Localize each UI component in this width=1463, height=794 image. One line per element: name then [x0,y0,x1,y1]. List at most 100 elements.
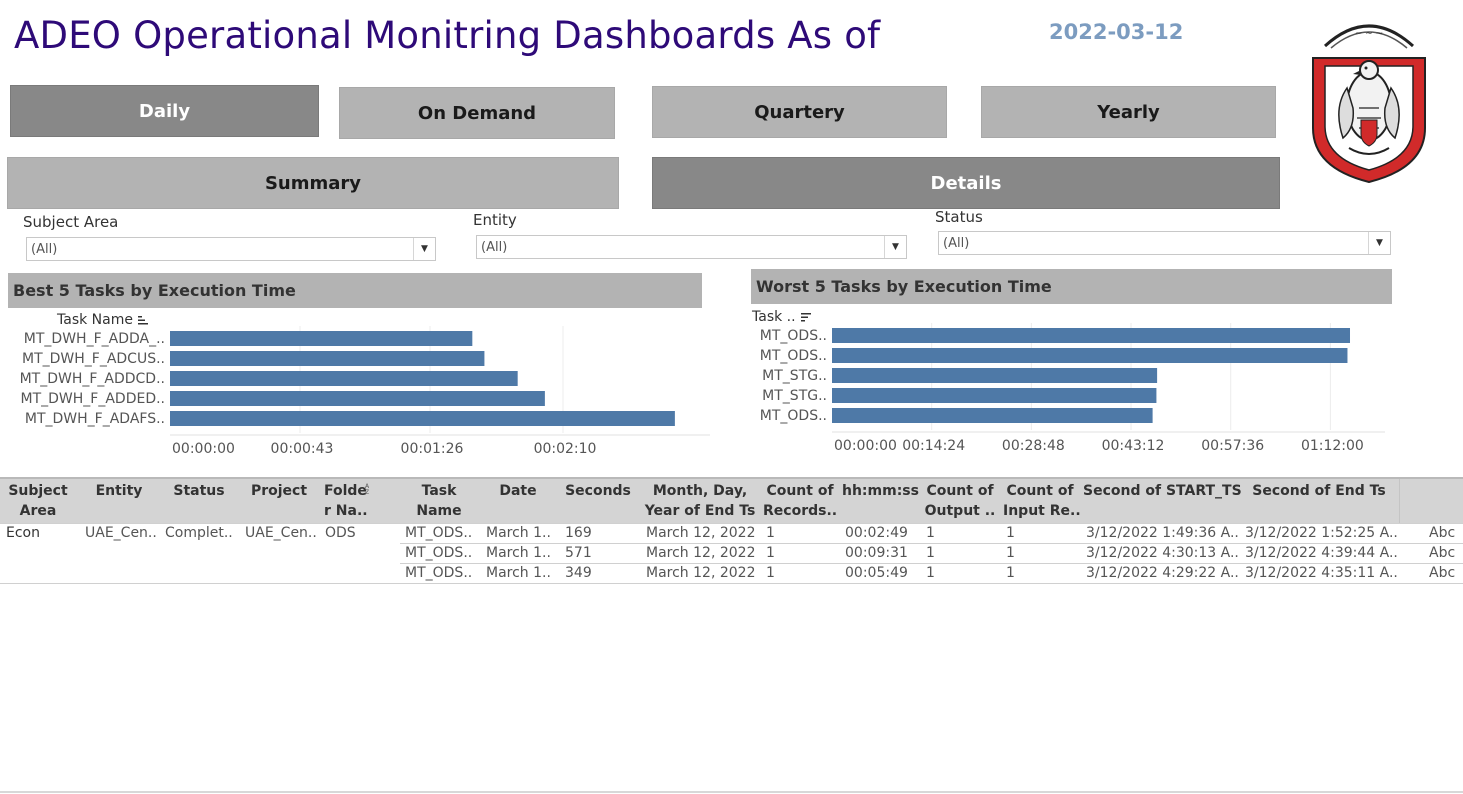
summary-button[interactable]: Summary [7,157,619,209]
table-bottom-border [0,583,1463,584]
cell-folder: ODS [325,525,356,541]
cell-subject-area: Econ [6,525,40,541]
entity-dropdown-value: (All) [481,239,508,255]
x-tick-label: 00:43:12 [1102,438,1165,454]
cell-end-date: March 12, 2022 [646,525,756,541]
y-tick-label: MT_DWH_F_ADDCD.. [20,371,165,387]
bar [170,411,675,426]
chevron-down-icon[interactable]: ▼ [884,236,906,258]
yearly-button[interactable]: Yearly [981,86,1276,138]
y-tick-label: MT_DWH_F_ADDA_.. [24,331,165,347]
cell-seconds: 571 [565,545,592,561]
y-tick-label: MT_STG.. [762,388,827,404]
cell-output: 1 [926,565,935,581]
bar [170,391,545,406]
column-header-date[interactable]: Date [486,481,550,501]
page-title: ADEO Operational Monitring Dashboards As… [14,14,881,57]
column-header-task-name[interactable]: Task Name [405,481,473,521]
column-header-entity[interactable]: Entity [84,481,154,501]
cell-hms: 00:09:31 [845,545,908,561]
quarterly-button[interactable]: Quartery [652,86,947,138]
y-tick-label: MT_ODS.. [760,328,827,344]
y-tick-label: MT_STG.. [762,368,827,384]
chevron-down-icon[interactable]: ▼ [1368,232,1390,254]
svg-text:~ ~ ~: ~ ~ ~ [1355,29,1383,39]
cell-end-ts: 3/12/2022 4:35:11 A.. [1245,565,1398,581]
cell-start-ts: 3/12/2022 1:49:36 A.. [1086,525,1239,541]
column-header-start-ts[interactable]: Second of START_TS [1083,481,1242,501]
bar [832,408,1153,423]
subject-area-dropdown-value: (All) [31,241,58,257]
on-demand-button[interactable]: On Demand [339,87,615,139]
column-header-seconds[interactable]: Seconds [563,481,633,501]
subject-area-filter-label: Subject Area [23,213,119,231]
x-tick-label: 00:00:00 [834,438,897,454]
column-divider [1399,479,1400,523]
entity-filter-label: Entity [473,211,517,229]
sort-descending-icon[interactable] [800,311,812,323]
cell-input: 1 [1006,565,1015,581]
x-tick-label: 00:00:00 [172,441,235,457]
column-header-hhmmss[interactable]: hh:mm:ss [842,481,919,501]
cell-output: 1 [926,525,935,541]
cell-hms: 00:05:49 [845,565,908,581]
cell-end-ts: 3/12/2022 1:52:25 A.. [1245,525,1398,541]
subject-area-dropdown[interactable]: (All) ▼ [26,237,436,261]
column-header-count-input[interactable]: Count of Input Re.. [1003,481,1081,521]
worst-tasks-bar-chart: 00:00:00 00:14:24 00:28:48 00:43:12 00:57:36… [760,323,1385,454]
cell-seconds: 349 [565,565,592,581]
worst-tasks-chart-header: Worst 5 Tasks by Execution Time [751,269,1392,304]
y-tick-label: MT_DWH_F_ADDED.. [21,391,166,407]
chevron-down-icon[interactable]: ▼ [413,238,435,260]
footer-divider [0,791,1463,793]
cell-project: UAE_Cen.. [245,525,317,541]
best-tasks-bar-chart: 00:00:00 00:00:43 00:01:26 00:02:10 MT_DWH_F… [20,326,710,457]
cell-extra: Abc [1429,545,1456,561]
cell-date: March 1.. [486,565,551,581]
x-tick-label: 01:12:00 [1301,438,1364,454]
column-header-count-records[interactable]: Count of Records.. [763,481,837,521]
bar [170,371,518,386]
row-divider [400,563,1463,564]
as-of-date: 2022-03-12 [1049,20,1184,44]
status-dropdown-value: (All) [943,235,970,251]
sort-ascending-icon[interactable] [137,314,149,326]
cell-end-ts: 3/12/2022 4:39:44 A.. [1245,545,1398,561]
x-tick-label: 00:28:48 [1002,438,1065,454]
details-button[interactable]: Details [652,157,1280,209]
cell-start-ts: 3/12/2022 4:29:22 A.. [1086,565,1239,581]
y-tick-label: MT_DWH_F_ADCUS.. [22,351,165,367]
x-tick-label: 00:00:43 [271,441,334,457]
y-tick-label: MT_ODS.. [760,348,827,364]
cell-status: Complet.. [165,525,233,541]
column-header-status[interactable]: Status [164,481,234,501]
entity-dropdown[interactable]: (All) ▼ [476,235,907,259]
column-header-count-output[interactable]: Count of Output .. [923,481,997,521]
column-header-end-date[interactable]: Month, Day, Year of End Ts [644,481,756,521]
cell-task: MT_ODS.. [405,545,473,561]
cell-entity: UAE_Cen.. [85,525,157,541]
bar [832,388,1157,403]
x-tick-label: 00:57:36 [1201,438,1264,454]
bar [832,328,1351,343]
cell-task: MT_ODS.. [405,565,473,581]
cell-start-ts: 3/12/2022 4:30:13 A.. [1086,545,1239,561]
column-header-subject-area[interactable]: Subject Area [5,481,71,521]
y-tick-label: MT_DWH_F_ADAFS.. [25,411,165,427]
emirate-emblem-logo: ~ ~ ~ [1312,24,1426,184]
cell-records: 1 [766,565,775,581]
svg-text:Z: Z [365,489,369,494]
cell-extra: Abc [1429,565,1456,581]
table-header: Subject Area Entity Status Project Folde… [0,477,1463,523]
column-header-project[interactable]: Project [244,481,314,501]
daily-button[interactable]: Daily [10,85,319,137]
column-header-end-ts[interactable]: Second of End Ts [1243,481,1395,501]
bar [832,368,1158,383]
cell-input: 1 [1006,525,1015,541]
cell-task: MT_ODS.. [405,525,473,541]
sort-az-icon[interactable]: AZ [365,482,373,494]
x-tick-label: 00:02:10 [534,441,597,457]
column-header-folder-name[interactable]: Folde r Na.. [324,481,368,521]
x-tick-label: 00:01:26 [401,441,464,457]
status-dropdown[interactable]: (All) ▼ [938,231,1391,255]
